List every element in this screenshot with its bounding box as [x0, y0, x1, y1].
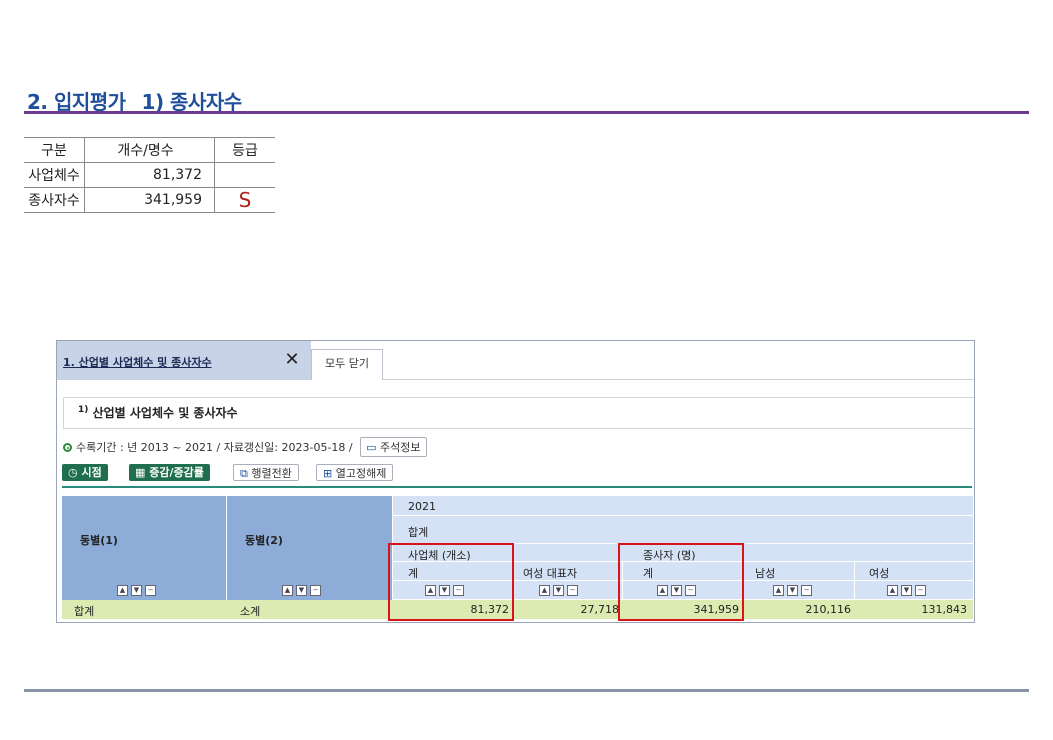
change-button-label: 증감/증감률 [149, 466, 204, 479]
total-header: 합계 [393, 516, 973, 544]
sort-desc-icon[interactable]: ▼ [296, 585, 307, 596]
pivot-button[interactable]: ⧉ 행렬전환 [233, 464, 299, 481]
sort-asc-icon[interactable]: ▲ [539, 585, 550, 596]
grid-icon: ⊞ [323, 467, 333, 480]
tab-bar: 1. 산업별 사업체수 및 종사자수 ✕ 모두 닫기 [57, 341, 974, 380]
sort-asc-icon[interactable]: ▲ [887, 585, 898, 596]
change-rate-button[interactable]: ▦ 증감/증감률 [129, 464, 210, 481]
close-all-tabs-button[interactable]: 모두 닫기 [311, 349, 383, 380]
value-male: 210,116 [805, 603, 852, 616]
sort-desc-icon[interactable]: ▼ [131, 585, 142, 596]
remove-icon[interactable]: − [801, 585, 812, 596]
subheader-label: 여성 [869, 567, 890, 580]
row-dong2: 소계 [240, 605, 261, 618]
period-text: 수록기간 : 년 2013 ~ 2021 / 자료갱신일: 2023-05-18… [76, 441, 353, 454]
table-row: 종사자수 341,959 S [24, 187, 275, 213]
sort-controls-dong1: ▲ ▼ − [62, 581, 227, 600]
chart-icon: ▦ [135, 466, 146, 479]
stat-title-box: 1) 산업별 사업체수 및 종사자수 [63, 397, 974, 429]
tab-industry-stats[interactable]: 1. 산업별 사업체수 및 종사자수 [57, 341, 273, 379]
sort-asc-icon[interactable]: ▲ [117, 585, 128, 596]
sort-controls-dong2: ▲ ▼ − [227, 581, 393, 600]
column-header-dong2: 동별(2) [227, 496, 393, 581]
footnote-marker: 1) [78, 405, 89, 415]
header-count: 개수/명수 [84, 137, 215, 163]
subheader-male: 남성 [743, 562, 855, 581]
data-grid: 동별(1) 동별(2) 2021 합계 사업체 (개소) 종사자 (명) 계 여… [62, 496, 974, 622]
value-female-ceo: 27,718 [580, 603, 620, 616]
column-label: 동별(2) [245, 534, 283, 547]
sort-controls-female-ceo: ▲ ▼ − [513, 581, 623, 600]
subheader-label: 여성 대표자 [523, 567, 578, 580]
column-label: 동별(1) [80, 534, 118, 547]
row-grade [214, 162, 275, 188]
footer-divider [24, 689, 1029, 692]
sort-desc-icon[interactable]: ▼ [901, 585, 912, 596]
subheader-female-ceo: 여성 대표자 [513, 562, 623, 581]
column-header-dong1: 동별(1) [62, 496, 227, 581]
stat-title-text: 산업별 사업체수 및 종사자수 [92, 406, 238, 420]
year-label: 2021 [408, 500, 436, 513]
time-button-label: 시점 [81, 466, 102, 479]
sort-asc-icon[interactable]: ▲ [282, 585, 293, 596]
radio-dot-icon [63, 443, 72, 452]
row-value: 81,372 [84, 162, 215, 188]
stat-title: 1) 산업별 사업체수 및 종사자수 [78, 404, 238, 421]
summary-table: 구분 개수/명수 등급 사업체수 81,372 종사자수 341,959 S [24, 137, 275, 213]
row-grade: S [214, 187, 275, 213]
row-label: 종사자수 [24, 187, 85, 213]
row-value: 341,959 [84, 187, 215, 213]
sort-controls-female: ▲ ▼ − [855, 581, 973, 600]
comment-icon: ▭ [366, 441, 377, 454]
subheader-label: 남성 [755, 567, 776, 580]
remove-icon[interactable]: − [915, 585, 926, 596]
sort-controls-male: ▲ ▼ − [743, 581, 855, 600]
year-header: 2021 [393, 496, 973, 516]
row-label: 사업체수 [24, 162, 85, 188]
total-header-label: 합계 [408, 526, 429, 539]
period-info: 수록기간 : 년 2013 ~ 2021 / 자료갱신일: 2023-05-18… [63, 437, 427, 457]
row-dong1: 합계 [74, 605, 95, 618]
statistics-screenshot-panel: 1. 산업별 사업체수 및 종사자수 ✕ 모두 닫기 1) 산업별 사업체수 및… [56, 340, 975, 623]
sort-desc-icon[interactable]: ▼ [553, 585, 564, 596]
clock-icon: ◷ [68, 466, 78, 479]
unfix-button-label: 열고정해제 [335, 467, 387, 480]
table-header-row: 구분 개수/명수 등급 [24, 137, 275, 163]
title-divider [24, 111, 1029, 114]
close-icon[interactable]: ✕ [273, 341, 311, 379]
tab-label: 1. 산업별 사업체수 및 종사자수 [63, 356, 212, 369]
note-info-button[interactable]: ▭ 주석정보 [360, 437, 427, 457]
note-button-label: 주석정보 [380, 441, 421, 454]
subheader-female: 여성 [855, 562, 973, 581]
header-grade: 등급 [214, 137, 275, 163]
value-female: 131,843 [921, 603, 968, 616]
sort-desc-icon[interactable]: ▼ [787, 585, 798, 596]
table-row: 사업체수 81,372 [24, 162, 275, 188]
pivot-button-label: 행렬전환 [251, 467, 292, 480]
remove-icon[interactable]: − [145, 585, 156, 596]
unfix-columns-button[interactable]: ⊞ 열고정해제 [316, 464, 394, 481]
remove-icon[interactable]: − [310, 585, 321, 596]
sort-asc-icon[interactable]: ▲ [773, 585, 784, 596]
header-category: 구분 [24, 137, 85, 163]
time-period-button[interactable]: ◷ 시점 [62, 464, 108, 481]
highlight-business-box [388, 543, 514, 621]
remove-icon[interactable]: − [567, 585, 578, 596]
toolbar-divider [62, 486, 972, 488]
highlight-workers-box [618, 543, 744, 621]
pivot-icon: ⧉ [240, 467, 248, 480]
